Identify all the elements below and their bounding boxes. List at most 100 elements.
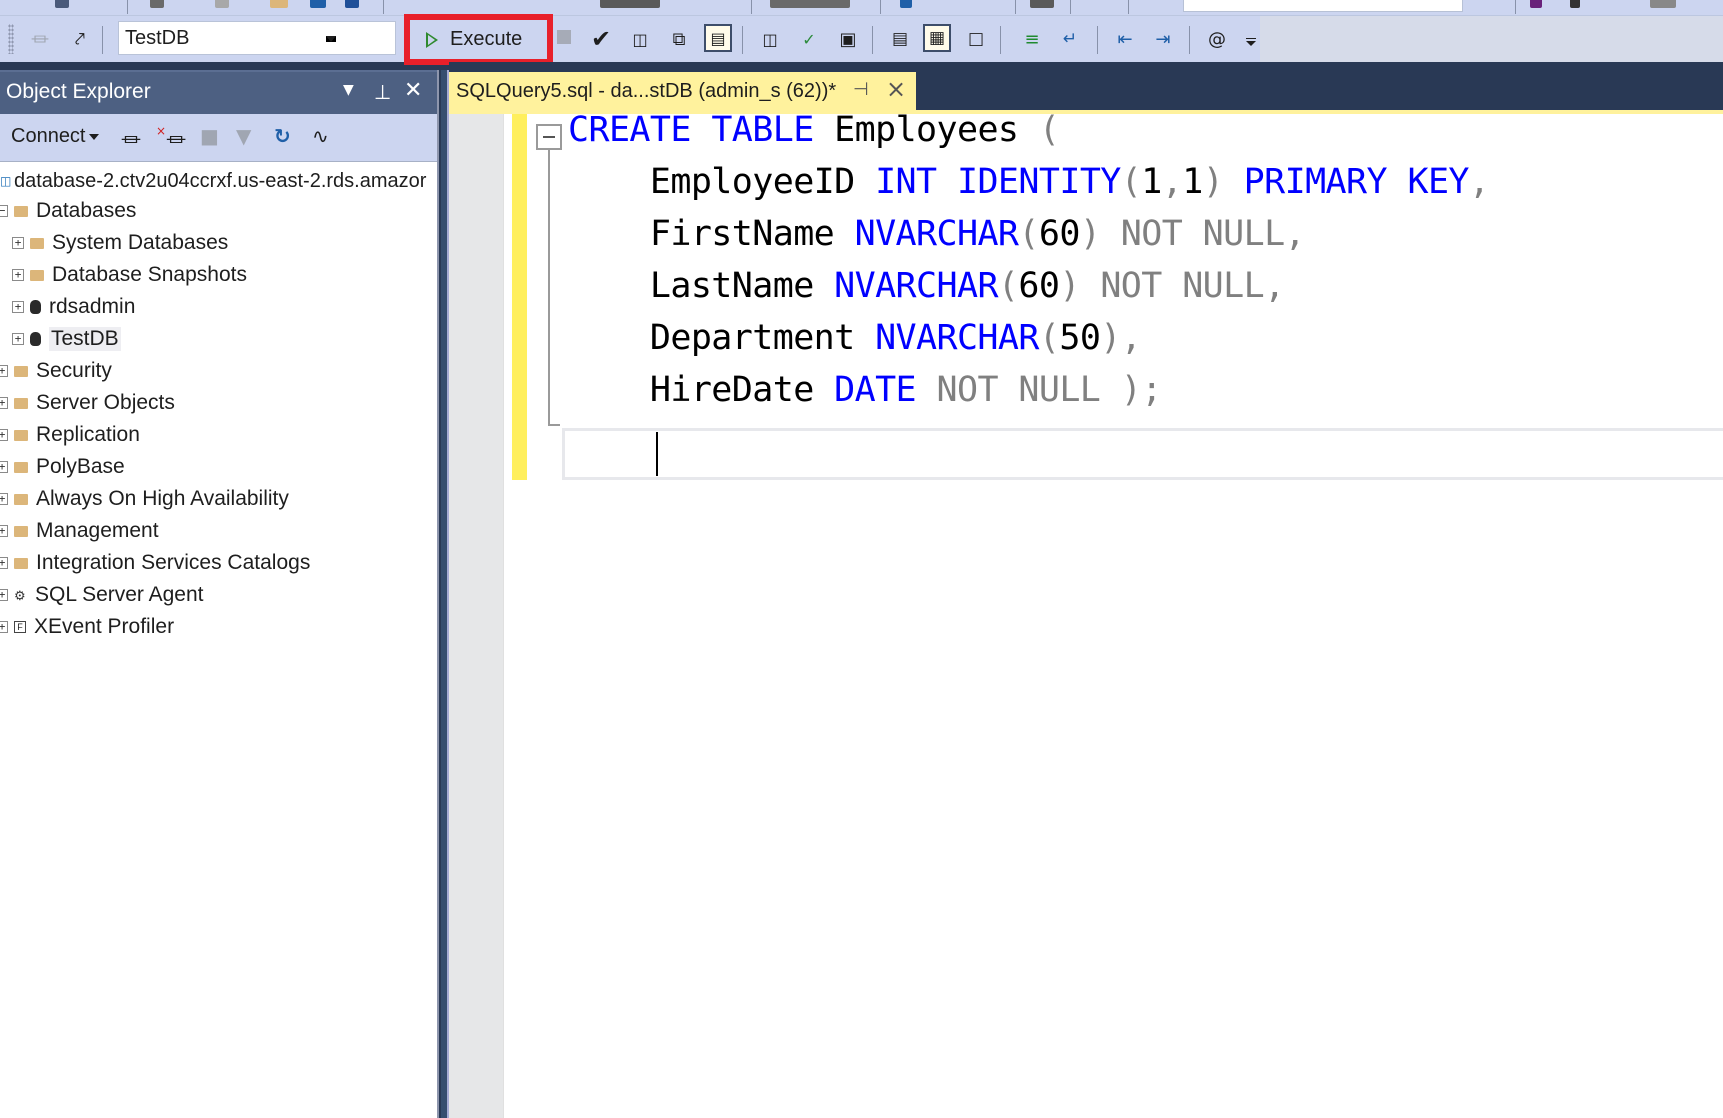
parse-check-icon[interactable]: ✔	[587, 25, 615, 53]
tree-node[interactable]: + Integration Services Catalogs	[0, 548, 310, 578]
chevron-down-icon	[88, 133, 99, 140]
object-explorer-panel: Object Explorer ▼ ⊥ ✕ Connect ⏛ ×⏛ ■ ▼ ↻…	[0, 70, 437, 1118]
tree-node[interactable]: + Always On High Availability	[0, 484, 289, 514]
window-position-icon[interactable]: ▼	[343, 82, 354, 98]
uncomment-lines-icon[interactable]: ↵	[1056, 25, 1084, 53]
close-tab-icon[interactable]: ×	[886, 75, 906, 103]
disconnect-icon[interactable]: ×⏛	[156, 124, 186, 153]
tree-node[interactable]: + rdsadmin	[12, 292, 135, 322]
tree-node[interactable]: − Databases	[0, 196, 136, 226]
tree-node[interactable]: + ⚙ SQL Server Agent	[0, 580, 203, 610]
sql-agent-icon: ⚙	[14, 588, 26, 603]
folder-icon	[14, 461, 28, 473]
toolbar-icon[interactable]	[770, 0, 850, 8]
toolbar-icon[interactable]	[1570, 0, 1580, 8]
open-file-icon[interactable]	[270, 0, 288, 8]
tree-node-label: XEvent Profiler	[34, 615, 175, 638]
play-icon	[426, 31, 438, 48]
pin-icon[interactable]: ⊥	[374, 80, 391, 104]
toolbar-overflow-icon[interactable]	[1246, 38, 1256, 46]
tree-node[interactable]: + PolyBase	[0, 452, 125, 482]
collapse-icon[interactable]: −	[0, 205, 8, 217]
refresh-icon[interactable]: ↻	[274, 124, 291, 148]
code-token: ,	[1161, 162, 1183, 202]
code-token: )	[1079, 214, 1101, 254]
results-to-file-icon[interactable]: □	[962, 25, 990, 53]
expand-icon[interactable]: +	[12, 301, 24, 313]
save-all-icon[interactable]	[345, 0, 359, 8]
tree-node[interactable]: + System Databases	[12, 228, 228, 258]
code-token: PRIMARY	[1243, 162, 1388, 202]
tree-node[interactable]: + Server Objects	[0, 388, 175, 418]
tree-node-server[interactable]: ◫ database-2.ctv2u04ccrxf.us-east-2.rds.…	[0, 166, 426, 196]
connect-icon[interactable]: ⏛	[26, 25, 54, 53]
code-token: KEY	[1407, 162, 1469, 202]
decrease-indent-icon[interactable]: ⇤	[1111, 25, 1139, 53]
database-selector[interactable]: TestDB	[118, 21, 396, 55]
increase-indent-icon[interactable]: ⇥	[1149, 25, 1177, 53]
search-box[interactable]	[1183, 0, 1463, 12]
expand-icon[interactable]: +	[0, 461, 8, 473]
code-token: NOT NULL,	[1100, 214, 1306, 254]
connect-dropdown[interactable]: Connect	[11, 125, 99, 148]
query-type-icons[interactable]	[600, 0, 660, 8]
intellisense-enabled-icon[interactable]: ▤	[704, 24, 732, 52]
tree-node[interactable]: + Replication	[0, 420, 140, 450]
specify-template-values-icon[interactable]: @	[1203, 25, 1231, 53]
include-live-stats-icon[interactable]: ✓	[795, 25, 823, 53]
expand-icon[interactable]: +	[0, 557, 8, 569]
toolbar-icon[interactable]	[215, 0, 229, 8]
ssms-window: ⏛ ⤤ TestDB Execute ✔ ◫ ⧉ ▤ ◫ ✓ ▣ ▤ ▦ □ ≡…	[0, 0, 1723, 1118]
results-to-grid-icon[interactable]: ▦	[923, 24, 951, 52]
expand-icon[interactable]: +	[0, 493, 8, 505]
tree-node[interactable]: + Management	[0, 516, 159, 546]
sql-editor[interactable]: CREATE TABLE Employees ( EmployeeID INT …	[449, 110, 1723, 1118]
collapse-region-icon[interactable]	[536, 124, 562, 150]
expand-icon[interactable]: +	[0, 397, 8, 409]
display-estimated-plan-icon[interactable]: ◫	[626, 25, 654, 53]
expand-icon[interactable]: +	[0, 589, 8, 601]
include-client-stats-icon[interactable]: ▣	[834, 25, 862, 53]
stop-icon[interactable]: ■	[200, 124, 219, 148]
expand-icon[interactable]: +	[12, 333, 24, 345]
toolbar-icon[interactable]	[150, 0, 164, 8]
tree-node[interactable]: + TestDB	[12, 324, 121, 354]
folder-icon	[14, 493, 28, 505]
expand-icon[interactable]: +	[0, 429, 8, 441]
panel-splitter[interactable]	[437, 70, 449, 1118]
toolbar-icon[interactable]	[55, 0, 69, 8]
toolbar-icon[interactable]	[1030, 0, 1054, 8]
tree-node[interactable]: + Database Snapshots	[12, 260, 247, 290]
expand-icon[interactable]: +	[0, 525, 8, 537]
connect-plug-icon[interactable]: ⏛	[121, 124, 141, 153]
vs-icon[interactable]	[1530, 0, 1542, 8]
expand-icon[interactable]: +	[12, 269, 24, 281]
code-token: 60	[1018, 266, 1060, 306]
tree-node-label: Server Objects	[36, 391, 175, 414]
change-connection-icon[interactable]: ⤤	[66, 25, 94, 53]
folder-icon	[14, 205, 28, 217]
save-icon[interactable]	[310, 0, 326, 8]
undo-icon[interactable]	[900, 0, 912, 8]
query-options-icon[interactable]: ⧉	[665, 25, 693, 53]
cancel-query-icon[interactable]	[557, 30, 571, 44]
tree-node[interactable]: + Security	[0, 356, 112, 386]
expand-icon[interactable]: +	[12, 237, 24, 249]
filter-icon[interactable]: ▼	[236, 124, 251, 148]
include-actual-plan-icon[interactable]: ◫	[756, 25, 784, 53]
results-to-text-icon[interactable]: ▤	[886, 25, 914, 53]
expand-icon[interactable]: +	[0, 365, 8, 377]
expand-icon[interactable]: +	[0, 621, 8, 633]
tree-node-label: Integration Services Catalogs	[36, 551, 311, 574]
comment-lines-icon[interactable]: ≡	[1018, 25, 1046, 53]
toolbar-grip[interactable]	[8, 24, 14, 54]
close-icon[interactable]: ✕	[404, 78, 422, 103]
database-icon	[30, 332, 41, 346]
toolbar-icon[interactable]	[1650, 0, 1676, 8]
execute-button[interactable]: Execute	[410, 20, 547, 59]
tree-node[interactable]: + F XEvent Profiler	[0, 612, 174, 642]
activity-monitor-icon[interactable]: ∿	[312, 124, 329, 148]
pin-icon[interactable]: ⊣	[853, 79, 869, 100]
